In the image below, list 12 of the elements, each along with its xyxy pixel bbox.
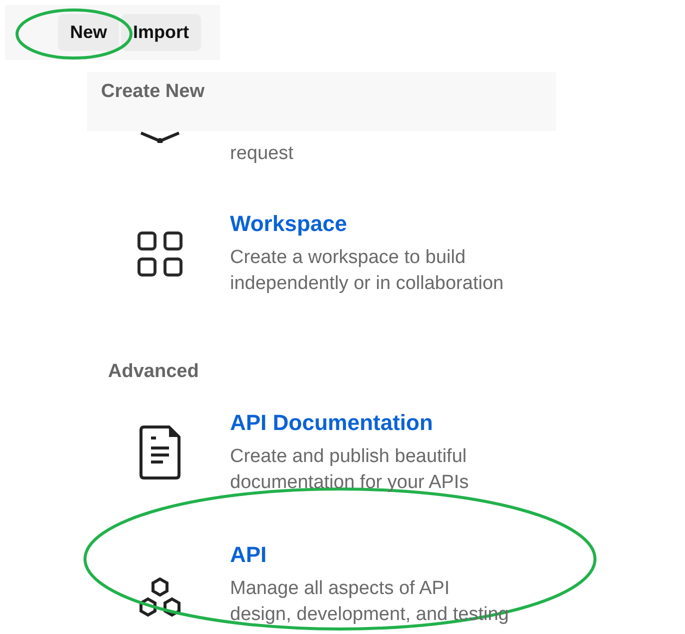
section-heading: Advanced: [108, 361, 200, 383]
item-title-link[interactable]: API Documentation: [230, 409, 469, 437]
item-description: Create a workspace to build independently or in collaboration: [230, 246, 504, 296]
menu-title: Create New: [101, 81, 204, 102]
grid-icon[interactable]: [137, 230, 183, 276]
toolbar-button[interactable]: Import: [121, 14, 202, 51]
document-icon[interactable]: [139, 425, 181, 480]
item-description: Create and publish beautiful documentation for your APIs: [230, 445, 469, 495]
toolbar-button[interactable]: New: [58, 14, 120, 51]
item-title-link[interactable]: API: [230, 541, 509, 569]
item-title-link[interactable]: Workspace: [230, 210, 504, 238]
item-description: request: [230, 142, 294, 166]
